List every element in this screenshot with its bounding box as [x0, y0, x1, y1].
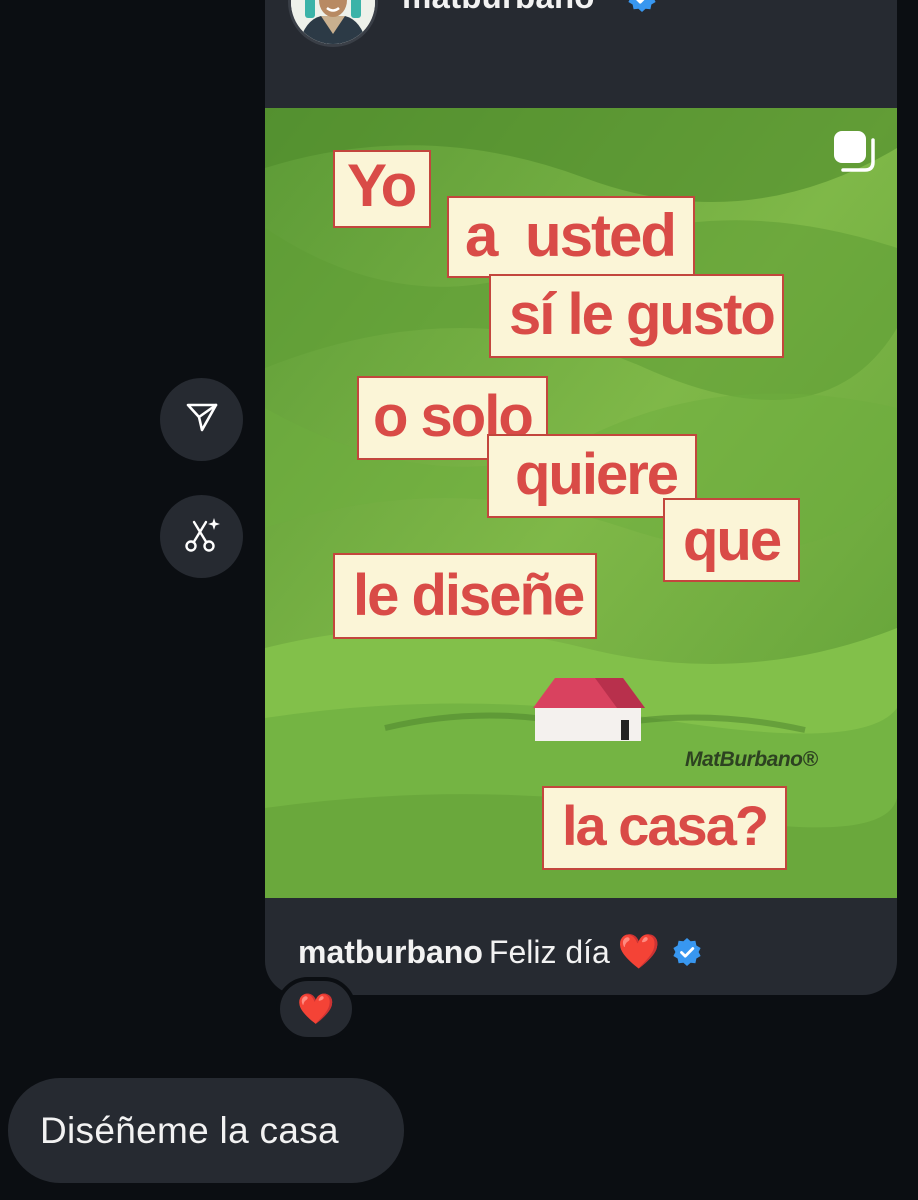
verified-badge-icon [672, 937, 702, 967]
house-icon [533, 678, 645, 741]
post-phrase: le diseñe [333, 553, 598, 639]
post-phrase: a usted [447, 196, 696, 278]
post-username[interactable]: matburbano [402, 0, 595, 16]
post-phrase: que [663, 498, 801, 582]
avatar[interactable] [291, 0, 375, 44]
shared-post-card[interactable]: matburbano [265, 0, 897, 995]
post-phrase: sí le gusto [489, 274, 784, 358]
heart-reaction[interactable]: ❤️ [276, 977, 356, 1041]
scissors-sparkle-icon [182, 514, 222, 559]
message-bubble[interactable]: Diséñeme la casa [8, 1078, 404, 1183]
post-phrase: Yo [333, 150, 432, 228]
verified-badge-icon [627, 0, 657, 13]
remix-button[interactable] [160, 495, 243, 578]
post-caption: matburbano Feliz día ❤️ [298, 932, 702, 972]
post-image[interactable]: Yo a usted sí le gusto o solo quiere que… [265, 108, 897, 898]
caption-text: Feliz día [488, 934, 610, 970]
share-button[interactable] [160, 378, 243, 461]
caption-username[interactable]: matburbano [298, 934, 483, 970]
image-watermark: MatBurbano® [685, 748, 818, 771]
carousel-icon [831, 128, 879, 176]
heart-emoji-icon: ❤️ [617, 933, 661, 971]
send-icon [185, 400, 219, 439]
post-phrase: la casa? [542, 786, 788, 870]
message-text: Diséñeme la casa [40, 1109, 339, 1151]
heart-emoji-icon: ❤️ [297, 992, 335, 1026]
post-header[interactable]: matburbano [265, 0, 897, 68]
